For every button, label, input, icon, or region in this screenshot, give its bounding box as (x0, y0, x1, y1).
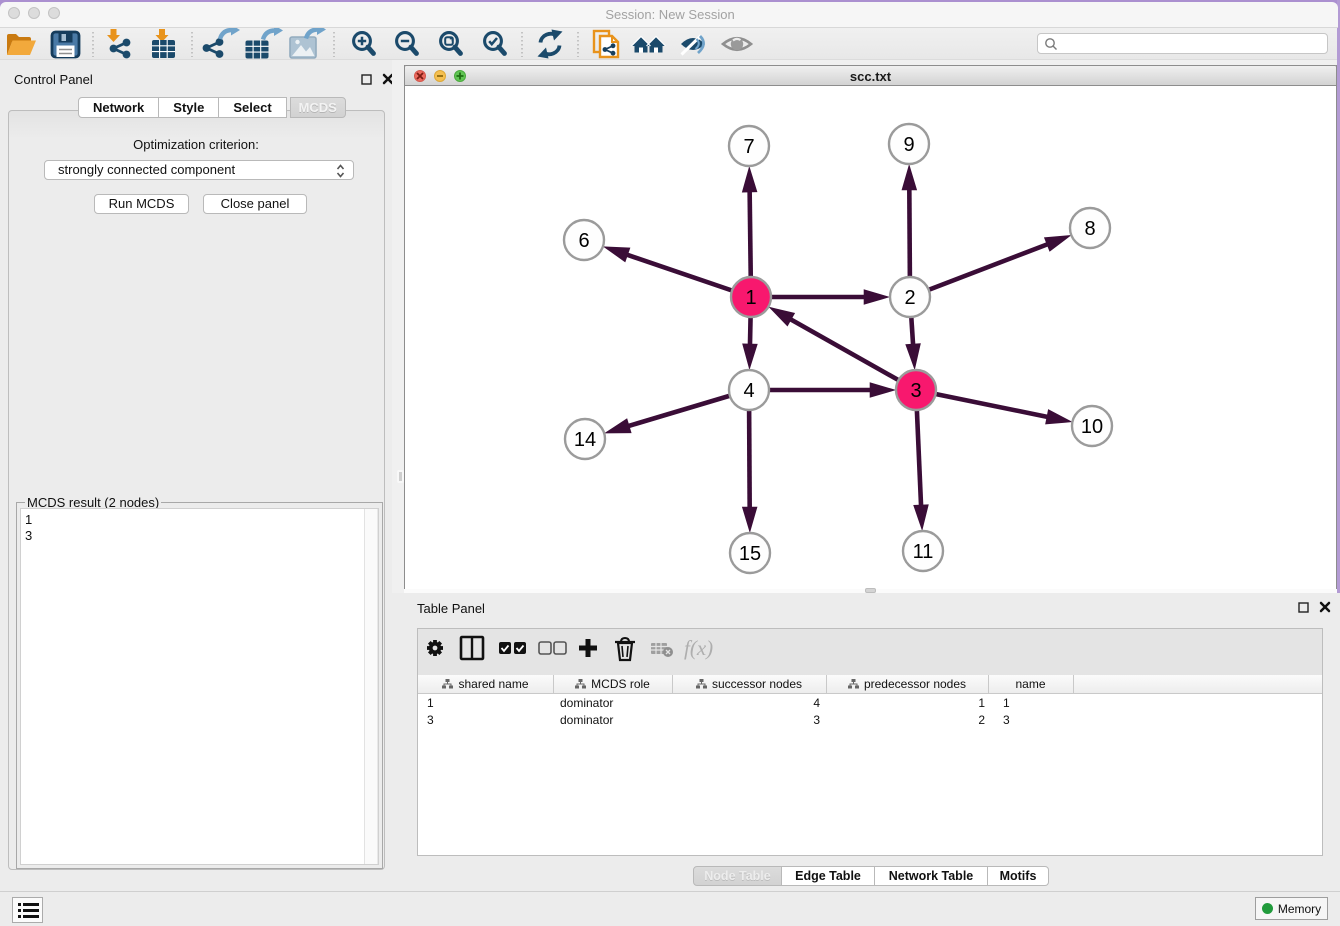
svg-text:1: 1 (745, 287, 756, 309)
svg-text:15: 15 (739, 543, 761, 565)
svg-text:11: 11 (913, 541, 934, 563)
svg-text:4: 4 (743, 380, 754, 402)
svg-text:10: 10 (1081, 416, 1103, 438)
svg-text:7: 7 (743, 136, 754, 158)
svg-text:8: 8 (1084, 218, 1095, 240)
svg-text:14: 14 (574, 429, 596, 451)
svg-text:f(x): f(x) (684, 636, 713, 660)
svg-text:9: 9 (903, 134, 914, 156)
svg-text:2: 2 (904, 287, 915, 309)
svg-text:6: 6 (578, 230, 589, 252)
svg-text:3: 3 (910, 380, 921, 402)
